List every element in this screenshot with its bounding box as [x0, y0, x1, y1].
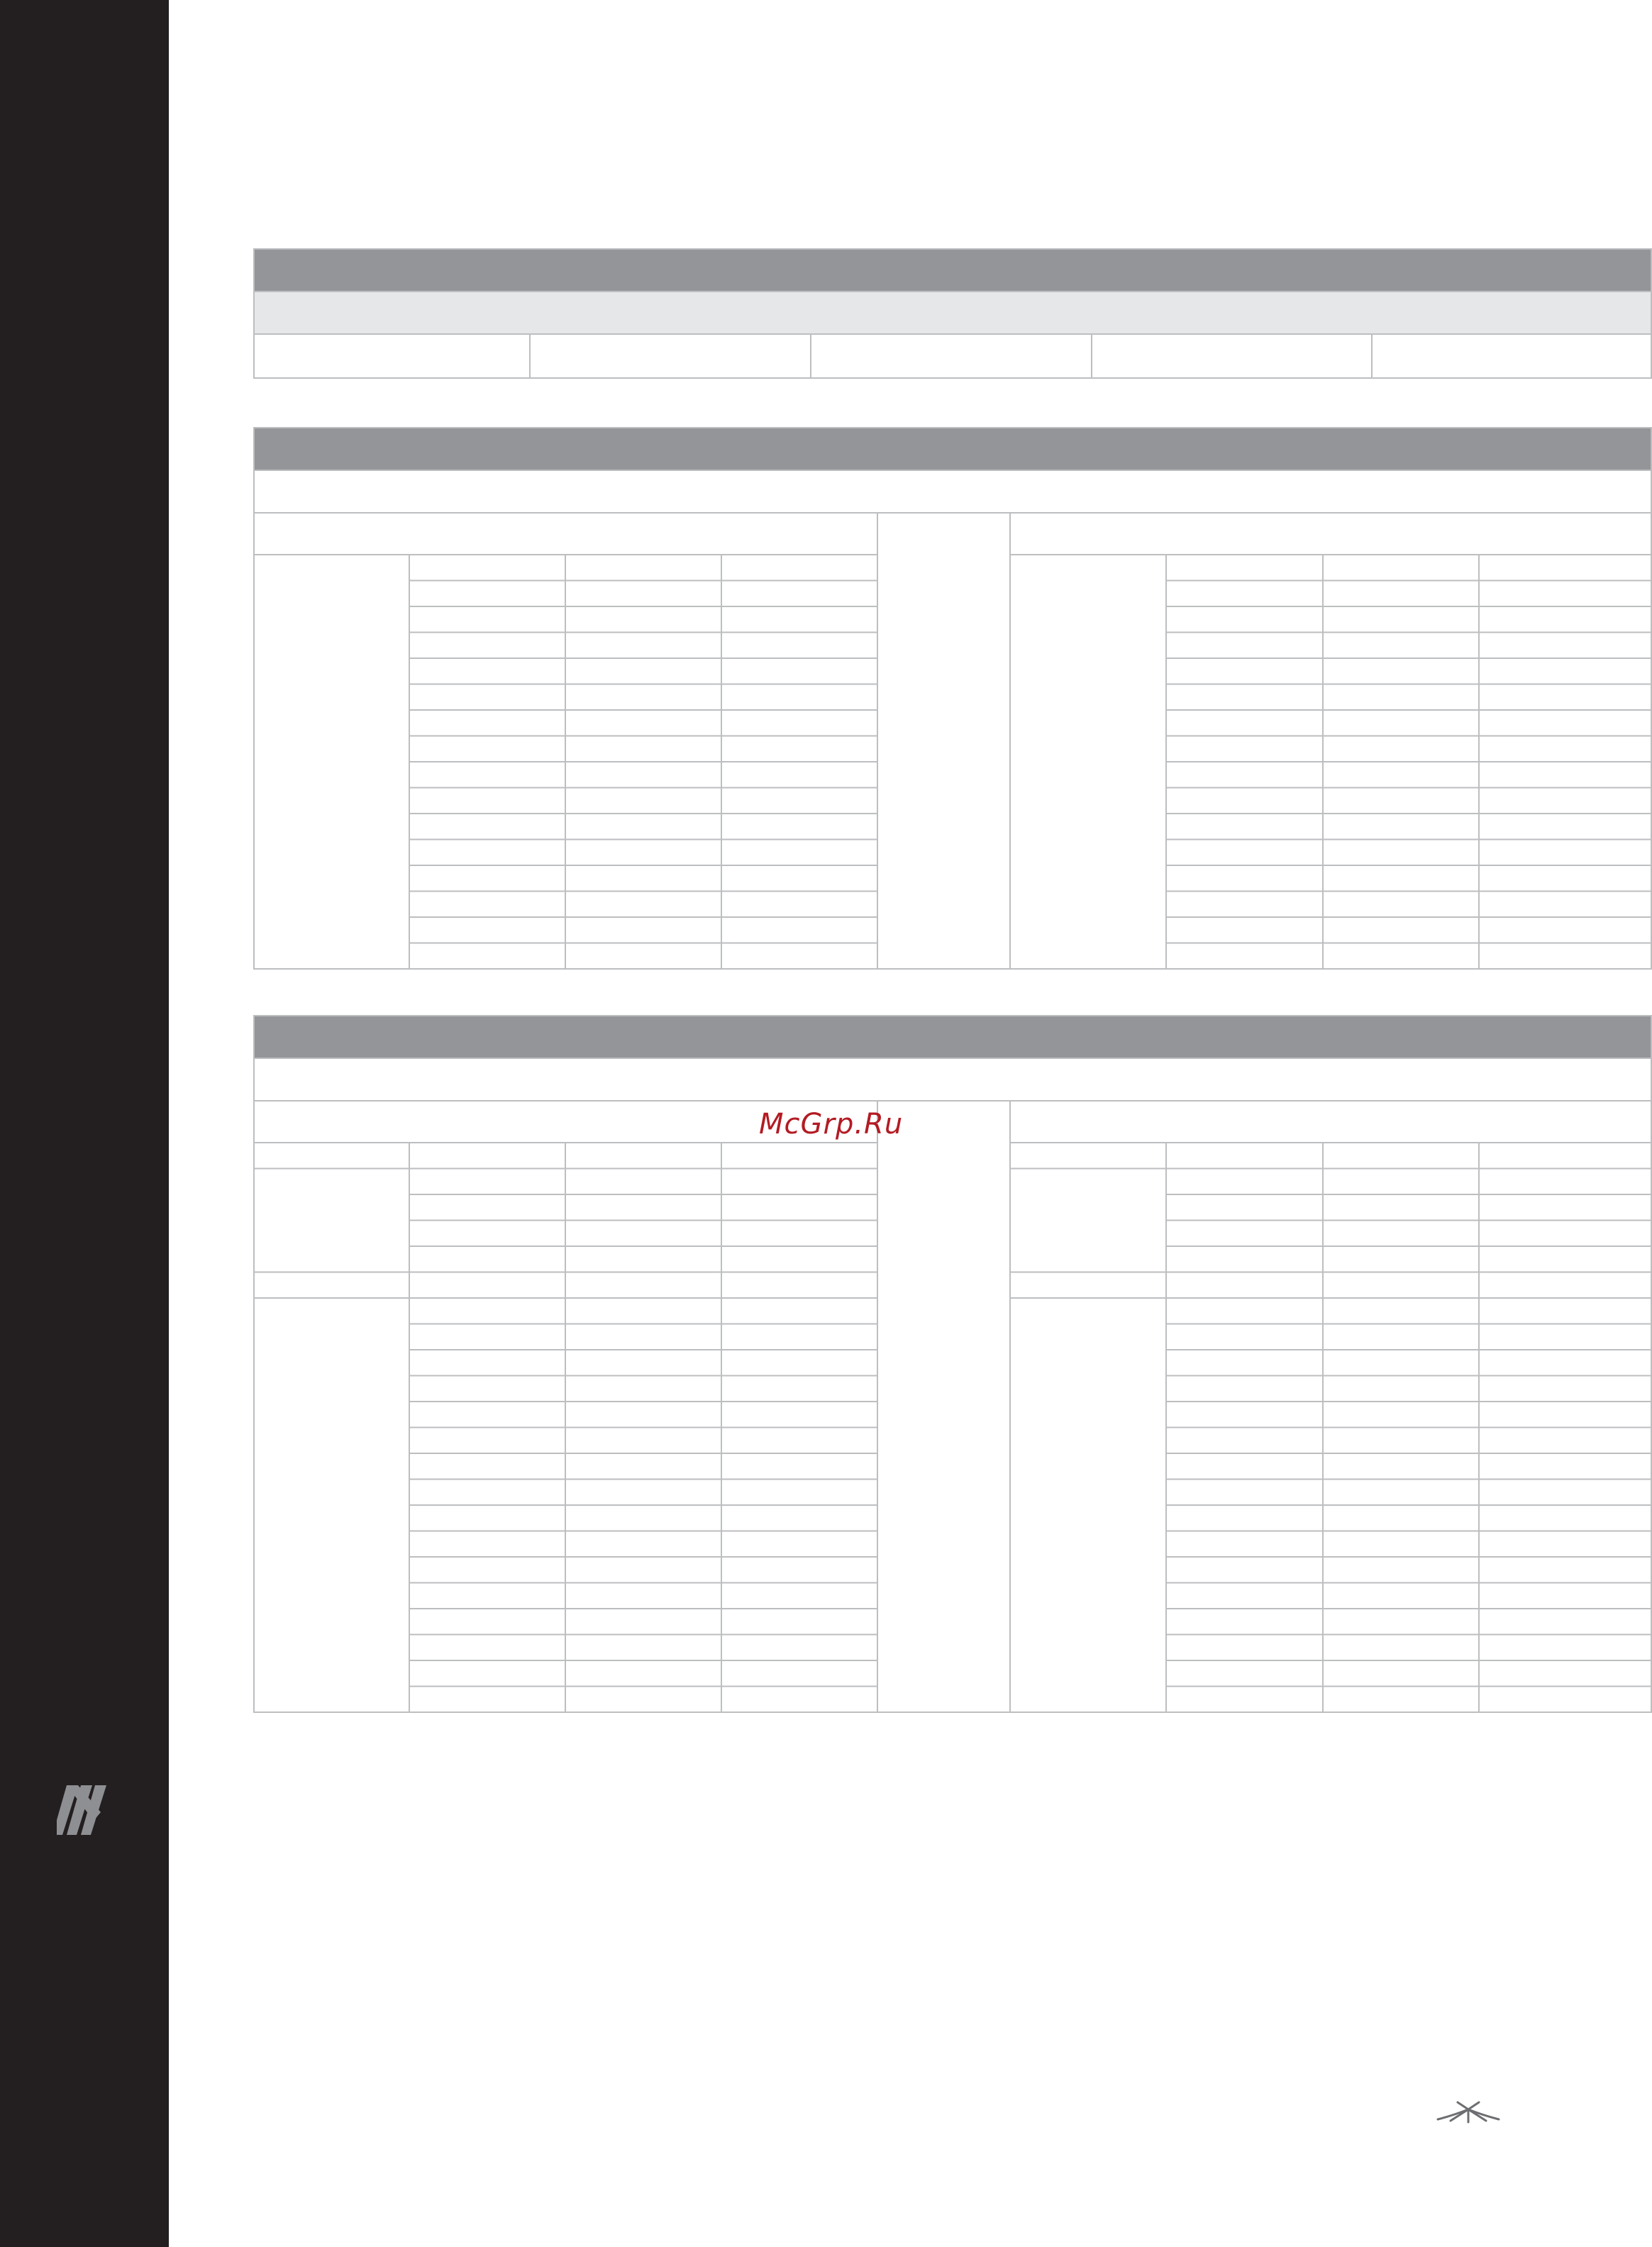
ubiquiti-logo-icon: [1436, 2101, 1500, 2124]
table-3-title-bar: [253, 1015, 1652, 1059]
table-1-subtitle-bar: [253, 292, 1652, 335]
table-3: [253, 1015, 1652, 1714]
table-1-row-grid: [253, 335, 1652, 379]
table-2-grid: [253, 514, 1652, 970]
sidebar: [0, 0, 169, 2247]
table-2: [253, 427, 1652, 970]
m-letter-logo-icon: [57, 1785, 106, 1835]
table-2-subtitle-bar: [253, 471, 1652, 514]
watermark-text: McGrp.Ru: [759, 1108, 904, 1141]
table-1: [253, 248, 1652, 379]
table-3-subtitle-bar: [253, 1059, 1652, 1102]
table-2-title-bar: [253, 427, 1652, 471]
table-1-title-bar: [253, 248, 1652, 292]
table-3-grid: [253, 1102, 1652, 1713]
